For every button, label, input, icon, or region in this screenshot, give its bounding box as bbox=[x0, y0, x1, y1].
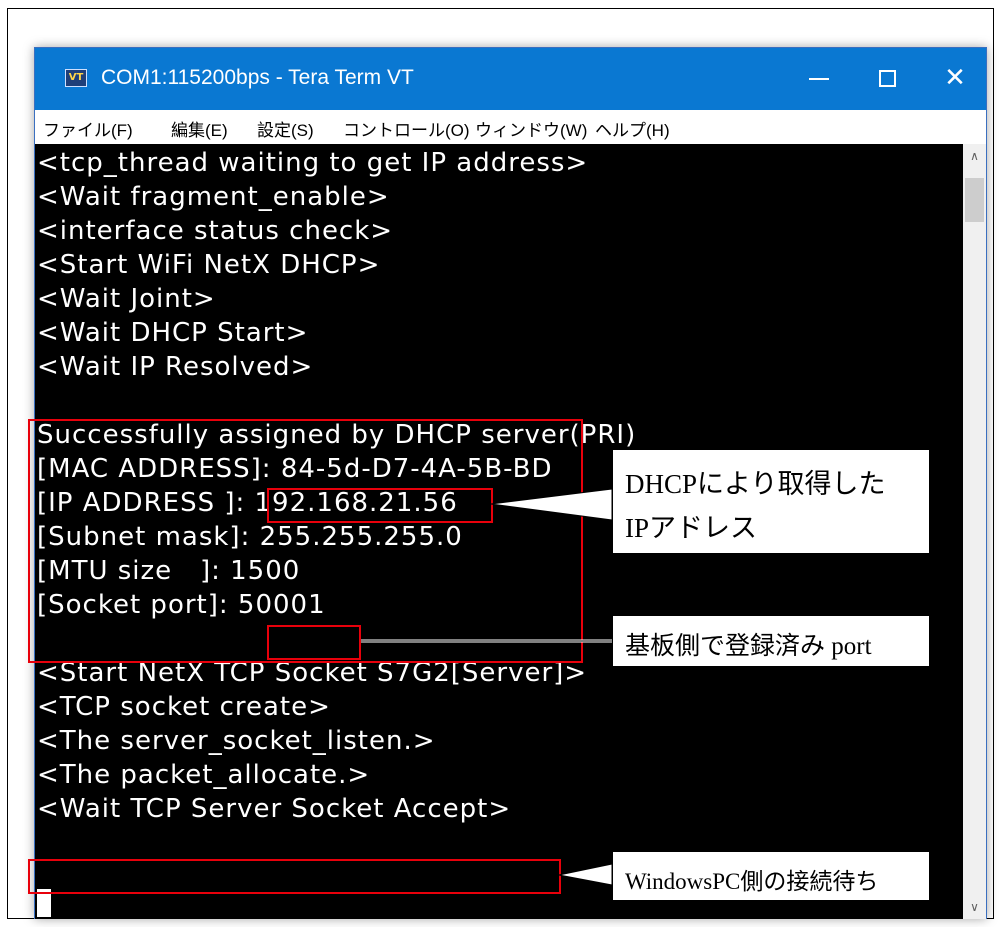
scroll-thumb[interactable] bbox=[965, 178, 984, 222]
menu-bar: ファイル(F) 編集(E) 設定(S) コントロール(O) ウィンドウ(W) ヘ… bbox=[35, 110, 986, 145]
terminal-line: <Wait IP Resolved> bbox=[37, 352, 314, 382]
menu-settings[interactable]: 設定(S) bbox=[257, 116, 314, 141]
terminal-line: <interface status check> bbox=[37, 216, 394, 246]
port-callout: 基板側で登録済み port bbox=[612, 615, 930, 667]
minimize-button[interactable] bbox=[787, 48, 851, 110]
wait-accept-highlight bbox=[28, 859, 561, 894]
dhcp-ip-callout: DHCPにより取得した IPアドレス bbox=[612, 449, 930, 554]
menu-edit[interactable]: 編集(E) bbox=[171, 116, 228, 141]
maximize-icon bbox=[878, 70, 896, 87]
close-button[interactable]: ✕ bbox=[923, 48, 987, 110]
terminal-line: <The server_socket_listen.> bbox=[37, 726, 436, 756]
menu-file[interactable]: ファイル(F) bbox=[43, 116, 133, 141]
socket-port-highlight bbox=[267, 625, 361, 660]
terminal-line: <The packet_allocate.> bbox=[37, 760, 371, 790]
scroll-down-icon[interactable]: ∨ bbox=[963, 897, 986, 917]
wait-callout-text: WindowsPC側の接続待ち bbox=[625, 869, 879, 894]
title-bar[interactable]: VT COM1:115200bps - Tera Term VT ✕ bbox=[35, 48, 986, 110]
window-title: COM1:115200bps - Tera Term VT bbox=[101, 66, 414, 89]
close-icon: ✕ bbox=[944, 63, 966, 93]
tera-term-app-icon: VT bbox=[65, 69, 87, 87]
menu-window[interactable]: ウィンドウ(W) bbox=[475, 116, 587, 141]
terminal-line: <Wait TCP Server Socket Accept> bbox=[37, 794, 512, 824]
terminal-line: <Wait fragment_enable> bbox=[37, 182, 390, 212]
dhcp-ip-callout-line2: IPアドレス bbox=[625, 513, 758, 543]
dhcp-ip-callout-line1: DHCPにより取得した bbox=[625, 469, 886, 499]
terminal-line: <Wait Joint> bbox=[37, 284, 216, 314]
scroll-up-icon[interactable]: ∧ bbox=[963, 146, 986, 166]
port-callout-text: 基板側で登録済み port bbox=[625, 633, 872, 660]
vertical-scrollbar[interactable]: ∧ ∨ bbox=[963, 144, 986, 919]
maximize-button[interactable] bbox=[855, 48, 919, 110]
ip-address-highlight bbox=[267, 488, 493, 523]
menu-help[interactable]: ヘルプ(H) bbox=[595, 116, 670, 141]
minimize-icon bbox=[809, 77, 829, 80]
terminal-line: <Wait DHCP Start> bbox=[37, 318, 309, 348]
terminal-line: <TCP socket create> bbox=[37, 692, 331, 722]
terminal-line: <Start WiFi NetX DHCP> bbox=[37, 250, 381, 280]
wait-callout: WindowsPC側の接続待ち bbox=[612, 851, 930, 901]
menu-control[interactable]: コントロール(O) bbox=[343, 116, 470, 141]
terminal-line: <tcp_thread waiting to get IP address> bbox=[37, 148, 589, 178]
